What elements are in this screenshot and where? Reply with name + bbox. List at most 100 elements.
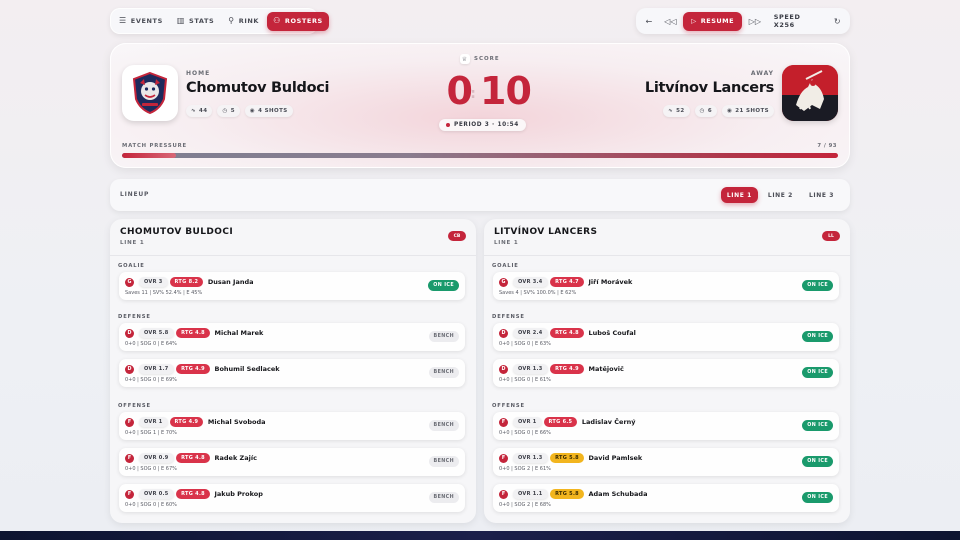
fast-forward-button[interactable]: ▷▷ [746,12,764,31]
away-label: AWAY [750,70,774,77]
player-card[interactable]: F OVR 1 RTG 4.9 Michal Svoboda 0+0 | SOG… [119,412,465,440]
rating-chip: RTG 4.7 [550,277,584,287]
ovr-chip: OVR 3 [139,277,168,287]
bottom-strip [0,531,960,540]
home-stat-timer-value: 5 [230,108,235,114]
section-label-offense: OFFENSE [492,403,525,409]
player-name: Jakub Prokop [214,490,263,498]
player-card[interactable]: D OVR 1.7 RTG 4.9 Bohumil Sedlacek 0+0 |… [119,359,465,387]
section-label-goalie: GOALIE [492,263,519,269]
score-label-text: SCORE [474,56,500,62]
speed-button[interactable]: SPEED X256 [768,13,825,29]
away-team-logo [782,65,838,121]
playback-controls: ← ◁◁ ▷ RESUME ▷▷ SPEED X256 ↻ [636,8,850,34]
player-stats: 0+0 | SOG 1 | E 70% [125,430,177,436]
home-stat-shots-value: 4 SHOTS [258,108,288,114]
rating-chip: RTG 6.5 [543,417,578,427]
on-ice-badge: ON ICE [802,367,833,378]
rating-chip: RTG 4.8 [176,328,210,338]
panel-line-label: LINE 1 [494,240,519,246]
home-team-logo [122,65,178,121]
knight-crest-icon [782,65,838,121]
away-stat-shots-value: 21 SHOTS [735,108,769,114]
refresh-icon: ↻ [833,16,841,26]
player-card[interactable]: F OVR 1.1 RTG 5.8 Adam Schubada 0+0 | SO… [493,484,839,512]
on-ice-badge: ON ICE [428,280,459,291]
ovr-chip: OVR 1.3 [513,453,548,463]
player-card[interactable]: D OVR 1.3 RTG 4.9 Matějovič 0+0 | SOG 0 … [493,359,839,387]
panel-divider [484,255,850,256]
pulse-icon: ∿ [668,108,674,114]
bulldog-crest-icon [132,71,168,115]
position-badge: D [125,365,134,374]
tab-line-3[interactable]: LINE 3 [803,187,840,203]
bench-badge: BENCH [428,456,459,467]
skater-icon: ⚲ [228,16,235,25]
player-card[interactable]: D OVR 5.8 RTG 4.8 Michal Marek 0+0 | SOG… [119,323,465,351]
position-badge: G [499,278,508,287]
clock-icon: ◷ [699,108,705,114]
away-stat-timer: ◷ 6 [694,105,718,117]
bench-badge: BENCH [428,367,459,378]
away-stats: ∿ 52 ◷ 6 ◉ 21 SHOTS [663,105,774,117]
ovr-chip: OVR 1.3 [513,364,548,374]
home-team-name: Chomutov Buldoci [186,80,330,96]
player-card[interactable]: F OVR 0.9 RTG 4.8 Radek Zajíc 0+0 | SOG … [119,448,465,476]
trophy-icon: ♕ [460,54,470,64]
tab-line-1[interactable]: LINE 1 [720,187,758,203]
match-pressure-bar [122,153,838,158]
reset-button[interactable]: ↻ [828,12,846,31]
rating-chip: RTG 4.8 [176,489,210,499]
resume-label: RESUME [700,17,735,25]
ovr-chip: OVR 1 [513,417,542,427]
on-ice-badge: ON ICE [802,492,833,503]
tab-line-2[interactable]: LINE 2 [762,187,799,203]
back-button[interactable]: ← [640,12,658,31]
player-name: Ladislav Černý [581,418,636,426]
section-label-defense: DEFENSE [118,314,151,320]
nav-rosters[interactable]: ⚇ ROSTERS [267,11,329,31]
score-label: ♕ SCORE [460,54,500,64]
player-stats: 0+0 | SOG 2 | E 61% [499,466,551,472]
resume-button[interactable]: ▷ RESUME [683,11,743,31]
on-ice-badge: ON ICE [802,280,833,291]
rewind-button[interactable]: ◁◁ [662,12,680,31]
player-name: Luboš Coufal [588,329,636,337]
player-stats: 0+0 | SOG 0 | E 61% [499,377,551,383]
home-stat-activity: ∿ 44 [186,105,213,117]
scoreboard: HOME Chomutov Buldoci ∿ 44 ◷ 5 ◉ 4 SHOTS ♕ … [110,43,850,168]
player-stats: 0+0 | SOG 0 | E 69% [125,377,177,383]
panel-divider [110,255,476,256]
pulse-icon: ∿ [191,108,197,114]
nav-stats[interactable]: ▥ STATS [171,12,220,31]
player-card[interactable]: G OVR 3.4 RTG 4.7 Jiří Morávek Saves 4 |… [493,272,839,300]
clock-icon: ◷ [222,108,228,114]
ovr-chip: OVR 1.1 [513,489,548,499]
nav-stats-label: STATS [189,17,215,25]
position-badge: F [499,490,508,499]
home-roster-panel: CHOMUTOV BULDOCI LINE 1 CB GOALIE G OVR … [110,219,476,523]
nav-rink[interactable]: ⚲ RINK [222,12,265,31]
users-icon: ⚇ [273,16,281,25]
player-stats: 0+0 | SOG 0 | E 67% [125,466,177,472]
puck-icon: ◉ [727,108,733,114]
rating-chip: RTG 5.8 [550,489,584,499]
away-stat-shots: ◉ 21 SHOTS [722,105,774,117]
nav-events[interactable]: ☰ EVENTS [113,12,169,31]
player-name: Bohumil Sedlacek [214,365,280,373]
on-ice-badge: ON ICE [802,331,833,342]
player-card[interactable]: F OVR 1.3 RTG 5.8 David Pamlsek 0+0 | SO… [493,448,839,476]
player-card[interactable]: F OVR 0.5 RTG 4.8 Jakub Prokop 0+0 | SOG… [119,484,465,512]
player-stats: 0+0 | SOG 0 | E 66% [499,430,551,436]
player-card[interactable]: F OVR 1 RTG 6.5 Ladislav Černý 0+0 | SOG… [493,412,839,440]
position-badge: F [125,490,134,499]
fast-forward-icon: ▷▷ [748,16,762,26]
player-card[interactable]: D OVR 2.4 RTG 4.8 Luboš Coufal 0+0 | SOG… [493,323,839,351]
player-card[interactable]: G OVR 3 RTG 8.2 Dusan Janda Saves 11 | S… [119,272,465,300]
rating-chip: RTG 4.9 [176,364,210,374]
ovr-chip: OVR 0.5 [139,489,174,499]
home-label: HOME [186,70,211,77]
period-text: PERIOD 3 · 10:54 [454,122,519,128]
rating-chip: RTG 5.8 [550,453,584,463]
player-name: Michal Svoboda [207,418,266,426]
